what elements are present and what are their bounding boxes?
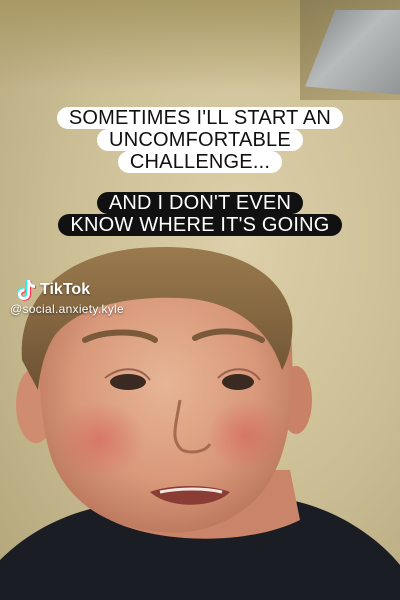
tiktok-username: @social.anxiety.kyle [10,302,124,316]
caption-top-line-3: CHALLENGE... [117,151,283,173]
tiktok-brand-label: TikTok [40,281,91,298]
caption-bottom: AND I DON'T EVEN KNOW WHERE IT'S GOING [0,192,400,236]
tiktok-watermark: TikTok [14,278,90,302]
tiktok-note-icon [17,279,36,301]
caption-top-line-2: UNCOMFORTABLE [97,129,303,151]
caption-bottom-line-1: AND I DON'T EVEN [96,192,304,214]
caption-top-line-1: SOMETIMES I'LL START AN [56,107,344,129]
caption-top: SOMETIMES I'LL START AN UNCOMFORTABLE CH… [0,107,400,173]
caption-bottom-line-2: KNOW WHERE IT'S GOING [58,214,342,236]
